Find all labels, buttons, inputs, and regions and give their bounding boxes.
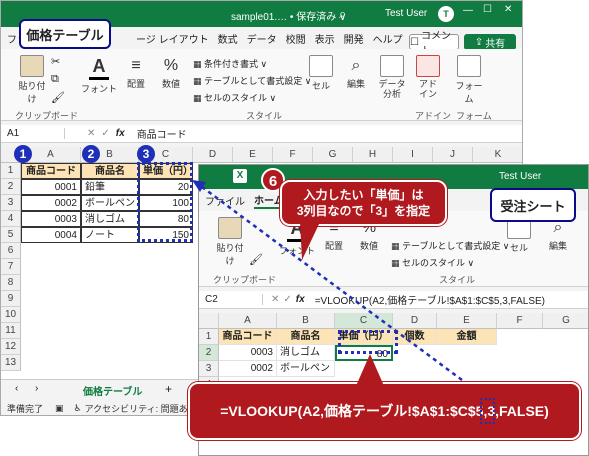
- formula-callout: =VLOOKUP(A2,価格テーブル!$A$1:$C$5,3,FALSE): [188, 382, 581, 440]
- note-pointer: [300, 222, 320, 260]
- formula-pointer: [356, 354, 384, 386]
- column-index-highlight: [480, 398, 495, 424]
- note-callout: 入力したい「単価」は 3列目なので「3」を指定: [280, 180, 447, 226]
